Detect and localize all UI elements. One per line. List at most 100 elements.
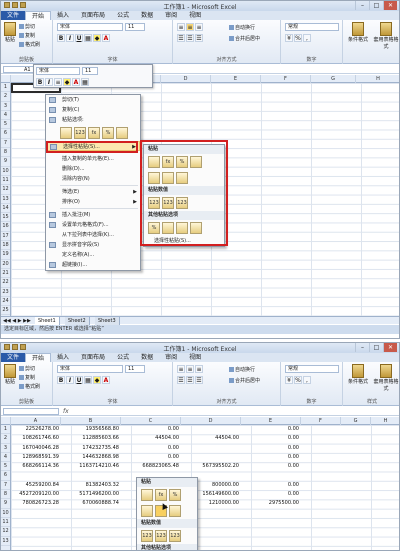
percent-icon[interactable]: %: [294, 376, 302, 384]
font-size-select[interactable]: 11: [125, 365, 145, 373]
table-cell[interactable]: 670060888.74: [61, 499, 121, 507]
row-header[interactable]: 24: [1, 297, 10, 307]
row-header[interactable]: 6: [1, 471, 10, 481]
mini-italic-button[interactable]: I: [45, 78, 53, 86]
column-header[interactable]: H: [371, 417, 399, 425]
paste-transpose-icon[interactable]: [169, 505, 181, 517]
border-icon[interactable]: ▦: [84, 376, 92, 384]
mini-bold-button[interactable]: B: [36, 78, 44, 86]
row-header[interactable]: 10: [1, 167, 10, 176]
align-middle-icon[interactable]: ≡: [186, 23, 194, 31]
format-painter-button[interactable]: 格式刷: [19, 41, 40, 48]
sheet-tab-2[interactable]: Sheet2: [65, 317, 90, 325]
format-painter-button[interactable]: 格式刷: [19, 383, 40, 390]
paste-button[interactable]: 粘贴: [3, 22, 17, 43]
table-format-button[interactable]: 套用表格格式: [373, 22, 399, 50]
row-header[interactable]: 16: [1, 222, 10, 232]
row-header[interactable]: 1: [1, 83, 10, 93]
tab-review[interactable]: 审阅: [159, 11, 183, 20]
select-all-corner[interactable]: [1, 417, 11, 425]
conditional-format-button[interactable]: 条件格式: [346, 364, 370, 385]
cut-button[interactable]: 剪切: [19, 23, 35, 30]
align-center-icon[interactable]: ☰: [186, 34, 194, 42]
tab-formulas[interactable]: 公式: [111, 353, 135, 362]
column-header[interactable]: E: [241, 417, 301, 425]
percent-icon[interactable]: %: [294, 34, 302, 42]
tab-view[interactable]: 视图: [183, 11, 207, 20]
comma-icon[interactable]: ,: [303, 34, 311, 42]
minimize-button[interactable]: –: [355, 1, 369, 10]
row-header[interactable]: 19: [1, 250, 10, 260]
italic-button[interactable]: I: [66, 376, 74, 384]
paste-values-number-icon[interactable]: 123: [155, 530, 167, 542]
fill-color-icon[interactable]: ◆: [93, 376, 101, 384]
row-header[interactable]: 3: [1, 102, 10, 111]
fx-icon[interactable]: fx: [63, 408, 69, 415]
table-cell[interactable]: 81382403.32: [61, 481, 121, 489]
tab-view[interactable]: 视图: [183, 353, 207, 362]
table-cell[interactable]: 1163714210.46: [61, 462, 121, 470]
copy-button[interactable]: 复制: [19, 32, 35, 39]
table-cell[interactable]: 144632868.98: [61, 453, 121, 461]
row-header[interactable]: 10: [1, 509, 10, 518]
font-name-select[interactable]: 宋体: [57, 23, 123, 31]
mini-align-icon[interactable]: ≡: [54, 78, 62, 86]
column-header[interactable]: F: [301, 417, 341, 425]
menu-item-clear[interactable]: 清除内容(N): [46, 174, 140, 184]
table-cell[interactable]: 2975500.00: [241, 499, 301, 507]
table-cell[interactable]: 22526278.00: [11, 425, 61, 433]
mini-font-color-icon[interactable]: A: [72, 78, 80, 86]
italic-button[interactable]: I: [66, 34, 74, 42]
fill-color-icon[interactable]: ◆: [93, 34, 101, 42]
row-header[interactable]: 8: [1, 148, 10, 158]
table-cell[interactable]: 567395502.20: [181, 462, 241, 470]
column-header[interactable]: B: [61, 417, 121, 425]
row-header[interactable]: 7: [1, 481, 10, 491]
row-header[interactable]: 22: [1, 278, 10, 288]
paste-format-icon[interactable]: %: [102, 127, 114, 139]
merge-center-button[interactable]: 合并后居中: [229, 35, 260, 42]
tab-data[interactable]: 数据: [135, 353, 159, 362]
table-cell[interactable]: 0.00: [121, 453, 181, 461]
font-color-icon[interactable]: A: [102, 34, 110, 42]
row-header[interactable]: 23: [1, 288, 10, 297]
menu-item-insert-copied[interactable]: 插入复制的单元格(E)...: [46, 154, 140, 164]
align-right-icon[interactable]: ☰: [195, 376, 203, 384]
menu-item-delete[interactable]: 删除(D)...: [46, 164, 140, 174]
table-cell[interactable]: 108261746.60: [11, 434, 61, 442]
table-cell[interactable]: 780826723.28: [11, 499, 61, 507]
table-format-button[interactable]: 套用表格格式: [373, 364, 399, 392]
paste-formula-icon[interactable]: fx: [88, 127, 100, 139]
mini-size-select[interactable]: 11: [82, 67, 98, 75]
table-cell[interactable]: 5171496200.00: [61, 490, 121, 498]
paste-icon[interactable]: [60, 127, 72, 139]
close-button[interactable]: ✕: [383, 1, 397, 10]
row-header[interactable]: 1: [1, 425, 10, 435]
align-bottom-icon[interactable]: ≡: [195, 365, 203, 373]
paste-formula-number-icon[interactable]: %: [169, 489, 181, 501]
row-header[interactable]: 13: [1, 195, 10, 204]
menu-item-cut[interactable]: 剪切(T): [46, 95, 140, 105]
number-format-select[interactable]: 常规: [285, 365, 339, 373]
tab-file[interactable]: 文件: [1, 11, 26, 20]
row-header[interactable]: 11: [1, 176, 10, 186]
font-color-icon[interactable]: A: [102, 376, 110, 384]
table-cell[interactable]: [181, 453, 241, 461]
copy-button[interactable]: 复制: [19, 374, 35, 381]
table-cell[interactable]: 0.00: [241, 425, 301, 433]
table-cell[interactable]: 112885603.66: [61, 434, 121, 442]
table-cell[interactable]: [181, 425, 241, 433]
table-cell[interactable]: 0.00: [241, 434, 301, 442]
merge-center-button[interactable]: 合并后居中: [229, 377, 260, 384]
row-header[interactable]: 2: [1, 434, 10, 444]
column-header[interactable]: E: [211, 75, 261, 83]
row-header[interactable]: 17: [1, 232, 10, 242]
sheet-nav-icon[interactable]: ◀◀ ◀ ▶ ▶▶: [3, 317, 31, 325]
row-header[interactable]: 21: [1, 269, 10, 279]
column-header[interactable]: C: [121, 417, 181, 425]
tab-page-layout[interactable]: 页面布局: [75, 353, 111, 362]
paste-values-icon[interactable]: 123: [74, 127, 86, 139]
table-cell[interactable]: [61, 472, 121, 480]
menu-item-sort[interactable]: 排序(O) ▶: [46, 197, 140, 207]
align-left-icon[interactable]: ☰: [177, 34, 185, 42]
